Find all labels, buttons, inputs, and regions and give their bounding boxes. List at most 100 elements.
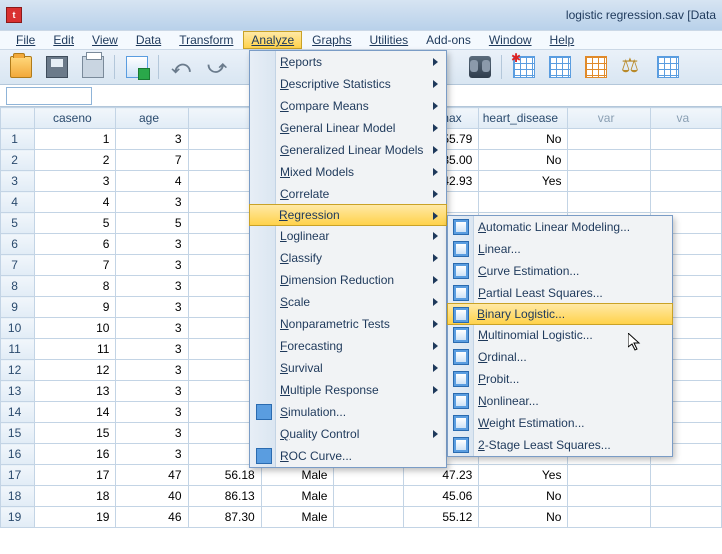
data-cell[interactable] [334, 507, 404, 528]
menu-window[interactable]: Window [481, 31, 540, 49]
data-cell[interactable]: 3 [116, 339, 188, 360]
menu-item-classify[interactable]: Classify [250, 247, 446, 269]
insert-variable-button[interactable] [507, 53, 541, 81]
data-cell[interactable] [568, 171, 650, 192]
row-header[interactable]: 19 [1, 507, 35, 528]
data-cell[interactable]: 3 [116, 318, 188, 339]
menu-file[interactable]: File [8, 31, 43, 49]
data-cell[interactable] [568, 507, 650, 528]
open-file-button[interactable] [4, 53, 38, 81]
data-cell[interactable]: 3 [116, 192, 188, 213]
menu-edit[interactable]: Edit [45, 31, 82, 49]
row-header[interactable]: 15 [1, 423, 35, 444]
row-header[interactable]: 11 [1, 339, 35, 360]
data-cell[interactable] [650, 192, 721, 213]
submenu-item-binary-logistic[interactable]: Binary Logistic... [447, 303, 673, 325]
data-cell[interactable]: 13 [35, 381, 116, 402]
data-cell[interactable]: 1 [35, 129, 116, 150]
data-cell[interactable]: 4 [35, 192, 116, 213]
data-cell[interactable]: No [479, 129, 568, 150]
row-header[interactable]: 2 [1, 150, 35, 171]
data-cell[interactable]: 3 [116, 255, 188, 276]
data-cell[interactable]: 40 [116, 486, 188, 507]
menu-item-simulation[interactable]: Simulation... [250, 401, 446, 423]
row-header[interactable]: 17 [1, 465, 35, 486]
row-header[interactable]: 10 [1, 318, 35, 339]
submenu-item-partial-least-squares[interactable]: Partial Least Squares... [448, 282, 672, 304]
row-header[interactable]: 12 [1, 360, 35, 381]
data-cell[interactable]: 3 [35, 171, 116, 192]
submenu-item-multinomial-logistic[interactable]: Multinomial Logistic... [448, 324, 672, 346]
menu-item-compare-means[interactable]: Compare Means [250, 95, 446, 117]
data-cell[interactable]: No [479, 150, 568, 171]
row-header[interactable]: 16 [1, 444, 35, 465]
data-cell[interactable]: Male [261, 486, 334, 507]
row-header[interactable]: 13 [1, 381, 35, 402]
data-cell[interactable]: Male [261, 507, 334, 528]
submenu-item-linear[interactable]: Linear... [448, 238, 672, 260]
data-cell[interactable] [334, 486, 404, 507]
data-cell[interactable]: 15 [35, 423, 116, 444]
data-cell[interactable]: 3 [116, 234, 188, 255]
submenu-item-weight-estimation[interactable]: Weight Estimation... [448, 412, 672, 434]
submenu-item-ordinal[interactable]: Ordinal... [448, 346, 672, 368]
data-cell[interactable]: 5 [116, 213, 188, 234]
data-cell[interactable] [650, 507, 721, 528]
data-cell[interactable]: 87.30 [188, 507, 261, 528]
column-header-empty[interactable] [1, 108, 35, 129]
data-cell[interactable]: 86.13 [188, 486, 261, 507]
row-header[interactable]: 18 [1, 486, 35, 507]
data-cell[interactable] [568, 465, 650, 486]
variables-button[interactable] [543, 53, 577, 81]
menu-item-generalized-linear-models[interactable]: Generalized Linear Models [250, 139, 446, 161]
column-header-var[interactable]: var [568, 108, 650, 129]
data-cell[interactable]: 8 [35, 276, 116, 297]
menu-item-loglinear[interactable]: Loglinear [250, 225, 446, 247]
data-cell[interactable]: 16 [35, 444, 116, 465]
menu-item-survival[interactable]: Survival [250, 357, 446, 379]
data-cell[interactable] [650, 465, 721, 486]
data-cell[interactable]: 45.06 [404, 486, 479, 507]
split-file-button[interactable] [579, 53, 613, 81]
data-cell[interactable]: 3 [116, 129, 188, 150]
data-cell[interactable]: 3 [116, 381, 188, 402]
column-header-heart_disease[interactable]: heart_disease [479, 108, 568, 129]
menu-item-general-linear-model[interactable]: General Linear Model [250, 117, 446, 139]
data-cell[interactable] [568, 486, 650, 507]
row-header[interactable]: 8 [1, 276, 35, 297]
data-cell[interactable]: 10 [35, 318, 116, 339]
data-cell[interactable] [650, 171, 721, 192]
menu-item-roc-curve[interactable]: ROC Curve... [250, 445, 446, 467]
row-header[interactable]: 14 [1, 402, 35, 423]
menu-item-dimension-reduction[interactable]: Dimension Reduction [250, 269, 446, 291]
menu-item-nonparametric-tests[interactable]: Nonparametric Tests [250, 313, 446, 335]
data-cell[interactable]: 3 [116, 360, 188, 381]
column-header-va[interactable]: va [650, 108, 721, 129]
data-cell[interactable]: 3 [116, 297, 188, 318]
weight-cases-button[interactable] [615, 53, 649, 81]
data-cell[interactable]: 6 [35, 234, 116, 255]
menu-item-descriptive-statistics[interactable]: Descriptive Statistics [250, 73, 446, 95]
data-cell[interactable] [650, 486, 721, 507]
data-cell[interactable]: 19 [35, 507, 116, 528]
submenu-item-stage-least-squares[interactable]: 2-Stage Least Squares... [448, 434, 672, 456]
menu-utilities[interactable]: Utilities [361, 31, 416, 49]
data-cell[interactable]: 5 [35, 213, 116, 234]
menu-item-scale[interactable]: Scale [250, 291, 446, 313]
data-cell[interactable]: 2 [35, 150, 116, 171]
data-cell[interactable]: 4 [116, 171, 188, 192]
data-cell[interactable] [568, 150, 650, 171]
data-cell[interactable]: 3 [116, 402, 188, 423]
menu-item-multiple-response[interactable]: Multiple Response [250, 379, 446, 401]
data-cell[interactable]: Yes [479, 465, 568, 486]
menu-item-mixed-models[interactable]: Mixed Models [250, 161, 446, 183]
data-cell[interactable]: 7 [116, 150, 188, 171]
row-header[interactable]: 6 [1, 234, 35, 255]
row-header[interactable]: 9 [1, 297, 35, 318]
menu-data[interactable]: Data [128, 31, 169, 49]
menu-item-correlate[interactable]: Correlate [250, 183, 446, 205]
submenu-item-probit[interactable]: Probit... [448, 368, 672, 390]
print-button[interactable] [76, 53, 110, 81]
data-cell[interactable]: No [479, 486, 568, 507]
data-view-button[interactable] [120, 53, 154, 81]
